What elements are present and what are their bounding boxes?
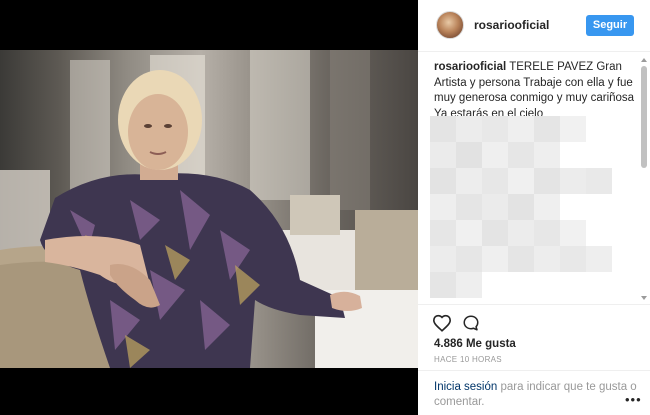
comment-icon[interactable] <box>462 314 480 332</box>
header-username[interactable]: rosariooficial <box>474 18 549 32</box>
more-icon[interactable]: ••• <box>625 392 642 407</box>
post-time: HACE 10 HORAS <box>434 355 502 364</box>
login-prompt: Inicia sesión para indicar que te gusta … <box>434 380 646 410</box>
scroll-down-icon[interactable] <box>641 296 647 300</box>
post-header: rosariooficial Seguir <box>418 0 650 52</box>
caption-scrollbar[interactable] <box>639 56 649 302</box>
scroll-thumb[interactable] <box>641 66 647 168</box>
post-photo[interactable] <box>0 50 418 368</box>
avatar[interactable] <box>436 11 464 39</box>
photo-pane <box>0 0 418 415</box>
pixelated-comments <box>430 116 620 302</box>
actions-divider <box>418 304 650 305</box>
post-side-panel: rosariooficial Seguir rosariooficial TER… <box>418 0 650 415</box>
bottom-divider <box>418 370 650 371</box>
heart-icon[interactable] <box>432 314 452 332</box>
login-link[interactable]: Inicia sesión <box>434 381 497 393</box>
scroll-up-icon[interactable] <box>641 58 647 62</box>
follow-button[interactable]: Seguir <box>586 15 634 36</box>
likes-count[interactable]: 4.886 Me gusta <box>434 338 516 350</box>
caption-username[interactable]: rosariooficial <box>434 61 506 73</box>
post-photo-illustration <box>0 50 418 368</box>
post-caption: rosariooficial TERELE PAVEZ Gran Artista… <box>434 60 640 122</box>
